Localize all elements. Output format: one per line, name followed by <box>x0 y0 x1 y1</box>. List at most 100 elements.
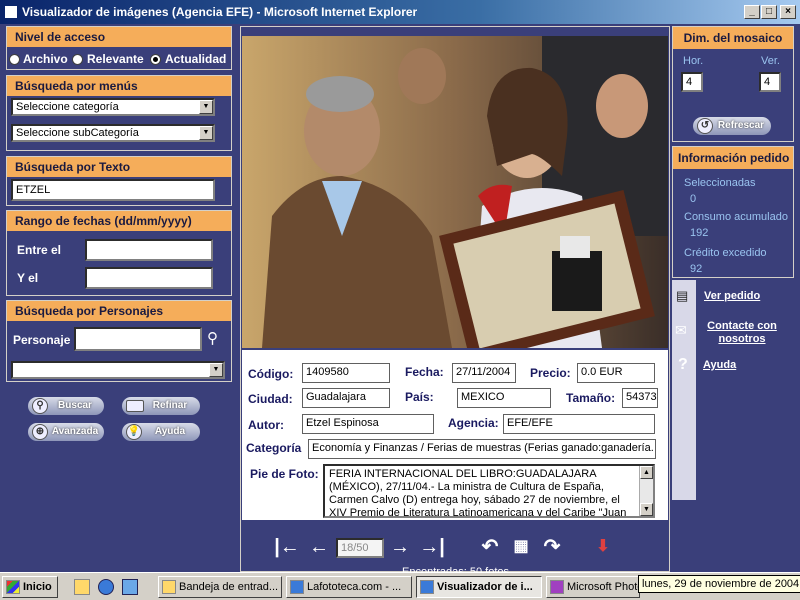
date-range-panel: Rango de fechas (dd/mm/yyyy) Entre el Y … <box>6 210 232 296</box>
taskbar-item[interactable]: Microsoft Photo <box>546 576 640 598</box>
agency-value: EFE/EFE <box>503 414 655 434</box>
price-value: 0.0 EUR <box>577 363 655 383</box>
maximize-button[interactable]: □ <box>761 5 777 19</box>
people-search-header: Búsqueda por Personajes <box>7 301 231 321</box>
help-button[interactable]: 💡 Ayuda <box>122 423 200 441</box>
people-search-panel: Búsqueda por Personajes Personaje ⚲ ▼ <box>6 300 232 382</box>
taskbar-item-label: Microsoft Photo <box>567 581 640 593</box>
taskbar-item-label: Lafototeca.com - ... <box>307 581 402 593</box>
menu-search-header: Búsqueda por menús <box>7 76 231 96</box>
links-sidebar <box>672 280 696 500</box>
ie-icon <box>4 5 18 19</box>
city-value: Guadalajara <box>302 388 390 408</box>
refresh-button[interactable]: ↺ Refrescar <box>693 117 771 135</box>
author-value: Etzel Espinosa <box>302 414 434 434</box>
taskbar-item[interactable]: Bandeja de entrad... <box>158 576 282 598</box>
mosaic-ver-input[interactable]: 4 <box>759 72 781 92</box>
last-photo-icon[interactable]: →| <box>416 537 448 557</box>
ie-icon <box>420 580 434 594</box>
window-title: Visualizador de imágenes (Agencia EFE) -… <box>22 5 418 19</box>
download-icon[interactable]: ⬇ <box>590 537 616 557</box>
mosaic-hor-input[interactable]: 4 <box>681 72 703 92</box>
date-value: 27/11/2004 <box>452 363 516 383</box>
help-link[interactable]: Ayuda <box>703 359 736 371</box>
search-icon[interactable]: ⚲ <box>207 329 225 347</box>
start-button[interactable]: Inicio <box>2 576 58 598</box>
magnifier-icon: ⚲ <box>32 398 48 414</box>
mosaic-hor-label: Hor. <box>683 55 704 67</box>
prev-photo-icon[interactable]: ← <box>308 537 330 557</box>
date-to-input[interactable] <box>85 267 213 289</box>
funnel-icon <box>126 400 144 412</box>
close-button[interactable]: × <box>780 5 796 19</box>
ie-icon <box>290 580 304 594</box>
taskbar-item-label: Visualizador de i... <box>437 581 533 593</box>
selected-label: Seleccionadas <box>684 177 756 189</box>
caption-scrollbar[interactable]: ▲ ▼ <box>639 466 653 516</box>
consumption-label: Consumo acumulado <box>684 211 788 223</box>
desktop-icon[interactable] <box>74 579 90 595</box>
text-search-header: Búsqueda por Texto <box>7 157 231 177</box>
category-select-value: Seleccione categoría <box>16 101 119 113</box>
consumption-value: 192 <box>690 227 709 239</box>
people-label: Personaje <box>13 333 71 347</box>
ie-quicklaunch-icon[interactable] <box>98 579 114 595</box>
radio-relevante[interactable] <box>72 54 83 65</box>
agency-label: Agencia: <box>448 416 499 430</box>
minimize-button[interactable]: _ <box>744 5 760 19</box>
rotate-left-icon[interactable]: ↶ <box>478 537 502 557</box>
selected-value: 0 <box>690 193 697 205</box>
radio-archivo[interactable] <box>9 54 20 65</box>
taskbar-item[interactable]: Lafototeca.com - ... <box>286 576 412 598</box>
refresh-icon: ↺ <box>697 118 713 134</box>
credit-label: Crédito excedido <box>684 247 767 259</box>
radio-actualidad[interactable] <box>150 54 161 65</box>
crosshair-icon: ⊕ <box>32 424 48 440</box>
caption-text: FERIA INTERNACIONAL DEL LIBRO:GUADALAJAR… <box>329 468 627 518</box>
people-select[interactable]: ▼ <box>11 361 225 379</box>
grid-icon[interactable]: ▦ <box>510 537 532 557</box>
caption-textarea[interactable]: FERIA INTERNACIONAL DEL LIBRO:GUADALAJAR… <box>323 464 655 518</box>
taskbar-item-label: Bandeja de entrad... <box>179 581 279 593</box>
search-button[interactable]: ⚲ Buscar <box>28 397 104 415</box>
refine-button[interactable]: Refinar <box>122 397 200 415</box>
size-value: 54373 <box>622 388 658 408</box>
photo-preview[interactable] <box>242 36 668 348</box>
scroll-up-icon[interactable]: ▲ <box>640 466 653 479</box>
category-value: Economía y Finanzas / Ferias de muestras… <box>308 439 656 459</box>
date-range-header: Rango de fechas (dd/mm/yyyy) <box>7 211 231 231</box>
first-photo-icon[interactable]: |← <box>272 537 302 557</box>
view-order-link[interactable]: Ver pedido <box>704 290 760 302</box>
radio-actualidad-label: Actualidad <box>165 52 227 66</box>
chevron-down-icon[interactable]: ▼ <box>199 126 213 140</box>
advanced-button[interactable]: ⊕ Avanzada <box>28 423 104 441</box>
subcategory-select[interactable]: Seleccione subCategoría ▼ <box>11 124 215 142</box>
people-input[interactable] <box>74 327 202 351</box>
country-label: País: <box>405 390 434 404</box>
photo-editor-icon <box>550 580 564 594</box>
taskbar-item[interactable]: Visualizador de i... <box>416 576 542 598</box>
outlook-quicklaunch-icon[interactable] <box>122 579 138 595</box>
mosaic-ver-label: Ver. <box>761 55 780 67</box>
text-search-panel: Búsqueda por Texto ETZEL <box>6 156 232 206</box>
inbox-icon <box>162 580 176 594</box>
photo-image <box>242 36 668 348</box>
chevron-down-icon[interactable]: ▼ <box>209 363 223 377</box>
caption-label: Pie de Foto: <box>250 467 319 481</box>
chevron-down-icon[interactable]: ▼ <box>199 100 213 114</box>
text-search-input[interactable]: ETZEL <box>11 179 215 201</box>
scroll-down-icon[interactable]: ▼ <box>640 503 653 516</box>
next-photo-icon[interactable]: → <box>389 537 411 557</box>
cart-icon: ▤ <box>676 288 689 303</box>
contact-link[interactable]: Contacte con nosotros <box>702 320 782 346</box>
date-from-label: Entre el <box>17 243 62 257</box>
category-select[interactable]: Seleccione categoría ▼ <box>11 98 215 116</box>
rotate-right-icon[interactable]: ↷ <box>540 537 564 557</box>
radio-relevante-label: Relevante <box>87 52 144 66</box>
credit-value: 92 <box>690 263 703 275</box>
order-header: Información pedido <box>673 147 793 169</box>
subcategory-select-value: Seleccione subCategoría <box>16 127 139 139</box>
mosaic-panel: Dim. del mosaico Hor. Ver. 4 4 ↺ Refresca… <box>672 26 794 142</box>
author-label: Autor: <box>248 418 284 432</box>
date-from-input[interactable] <box>85 239 213 261</box>
